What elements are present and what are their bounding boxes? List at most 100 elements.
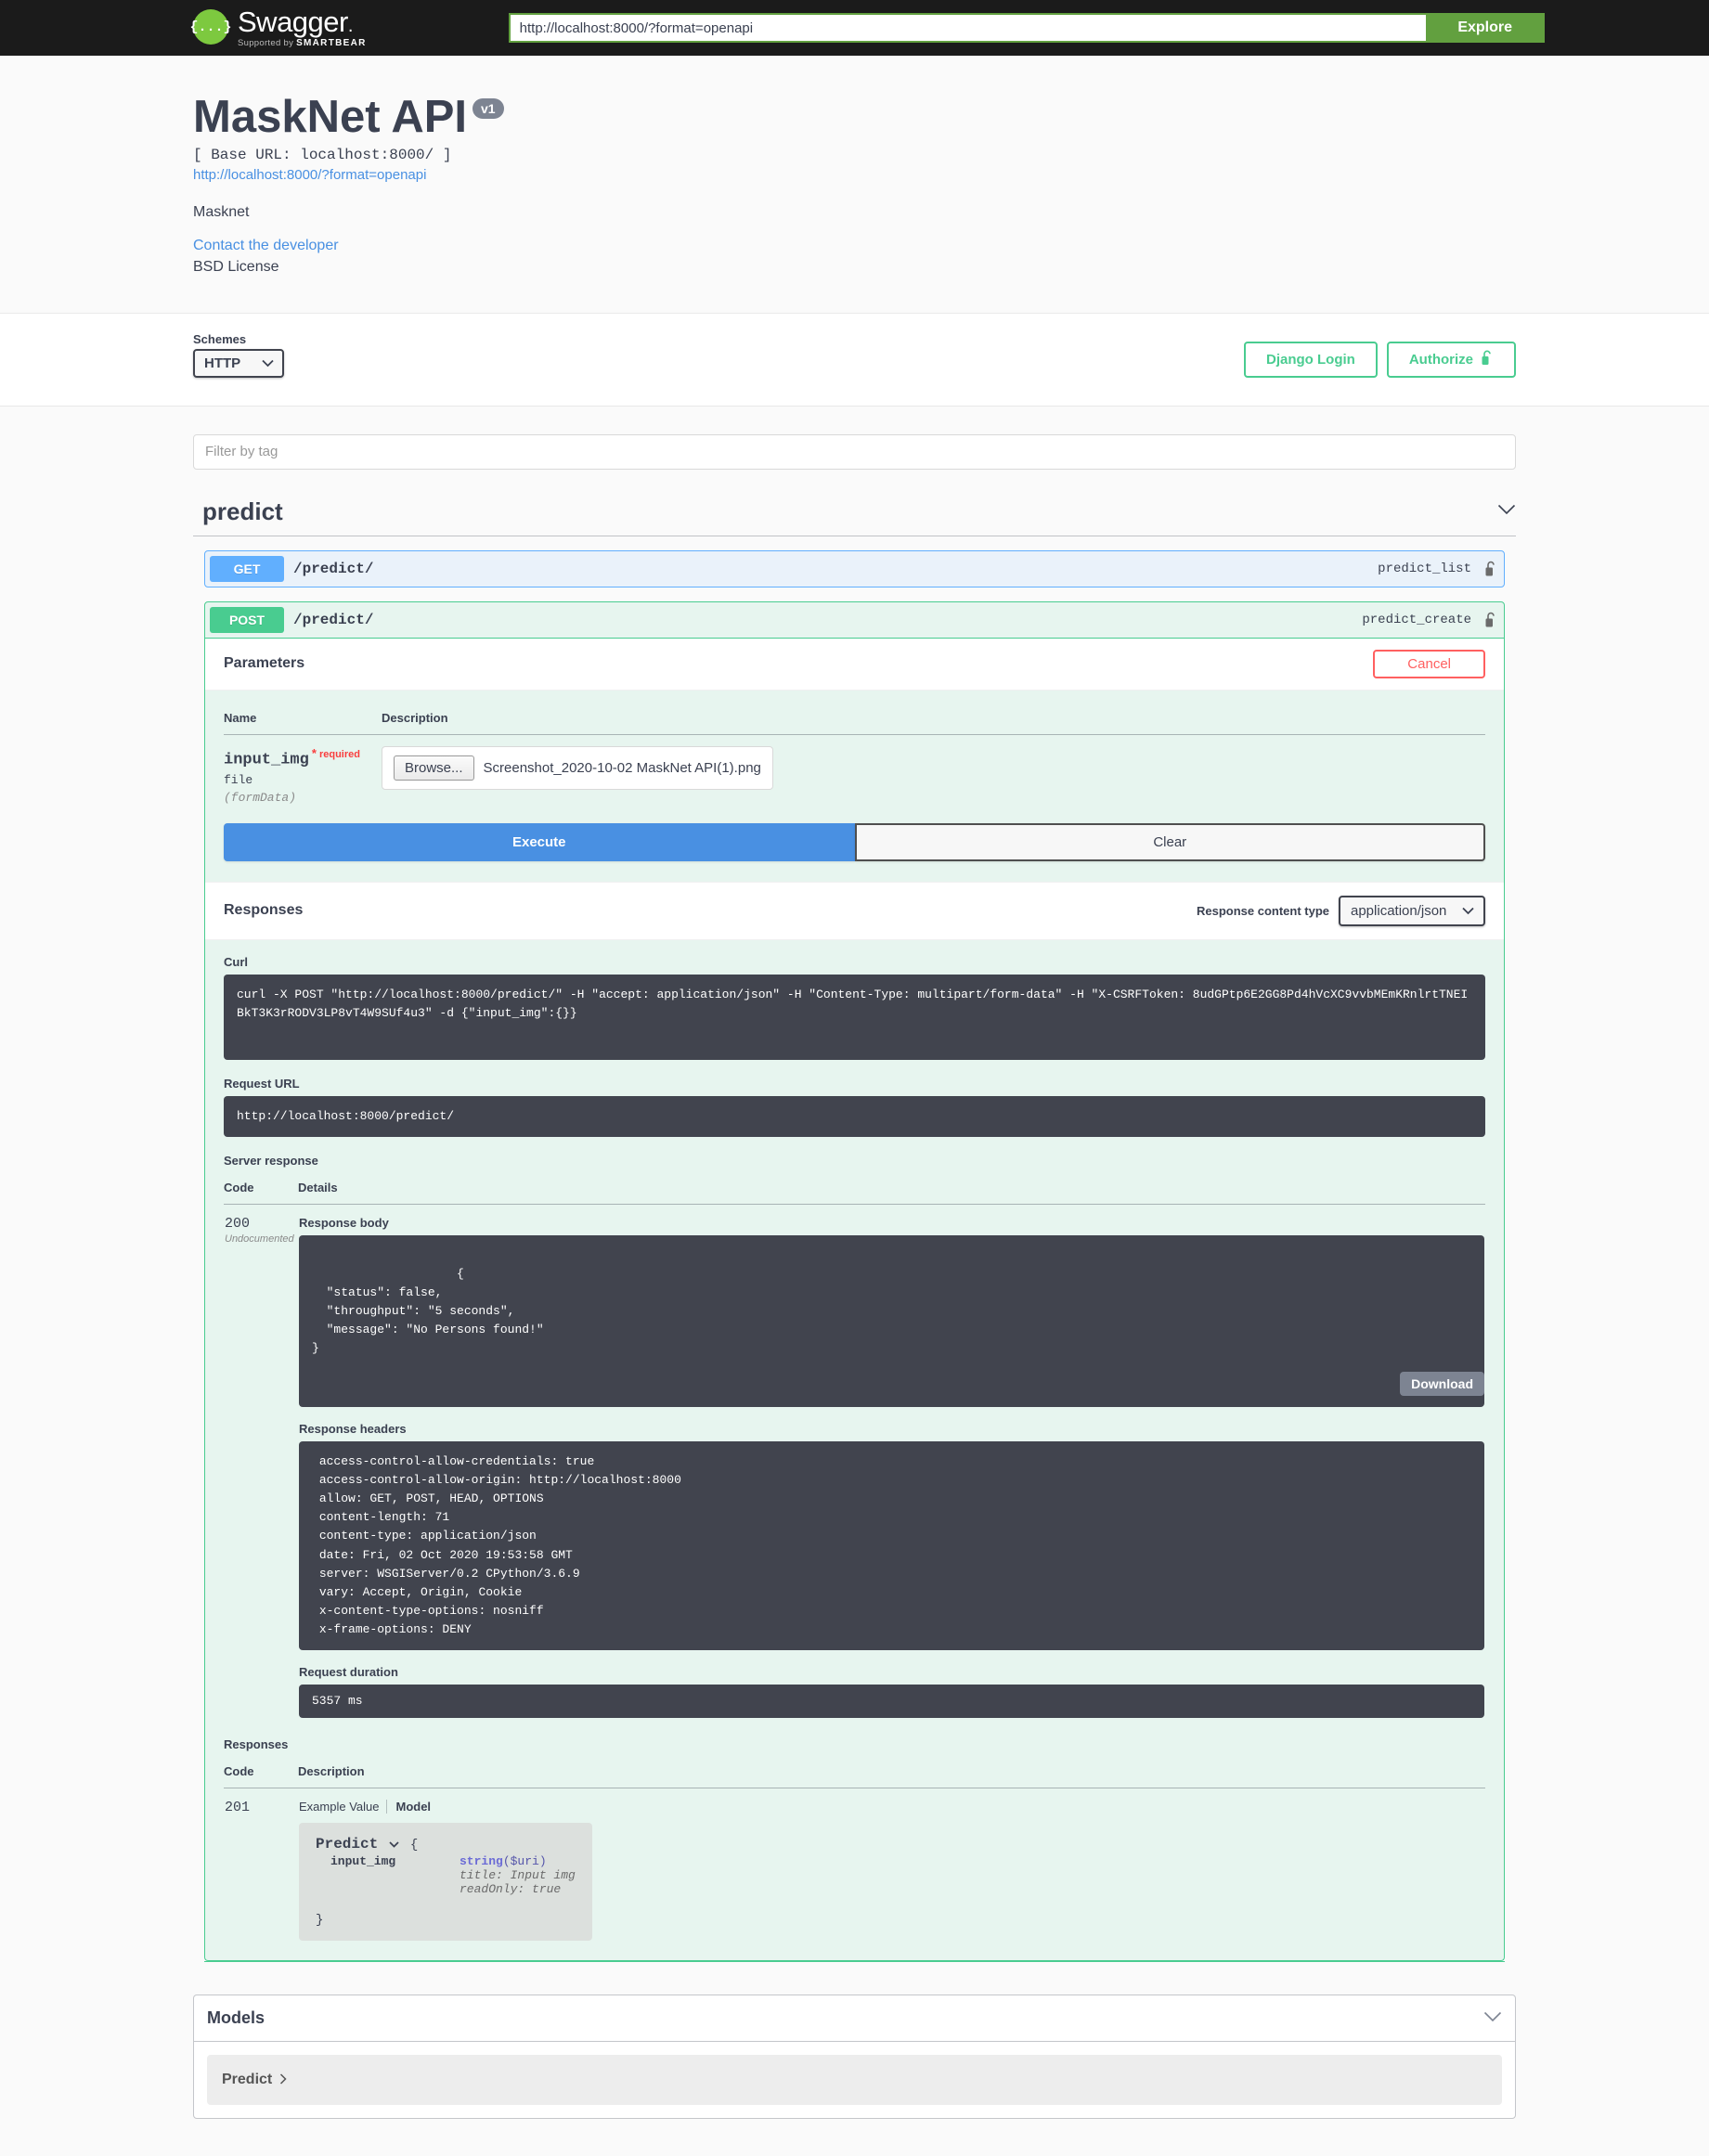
tab-model[interactable]: Model	[386, 1800, 439, 1814]
col-header-description: Description	[298, 1757, 1485, 1789]
spec-url-link[interactable]: http://localhost:8000/?format=openapi	[193, 167, 1516, 183]
tag-name: predict	[202, 497, 283, 525]
documented-responses-label: Responses	[224, 1737, 289, 1752]
property-readonly-meta: readOnly: true	[460, 1882, 562, 1897]
curl-label: Curl	[224, 954, 248, 969]
file-upload-control[interactable]: Browse... Screenshot_2020-10-02 MaskNet …	[382, 745, 773, 790]
request-duration-label: Request duration	[299, 1665, 398, 1680]
operation-path: /predict/	[293, 611, 374, 628]
authorize-label: Authorize	[1408, 351, 1473, 368]
response-details-cell: Response body { "status": false, "throug…	[298, 1204, 1485, 1719]
api-description: Masknet	[193, 203, 250, 220]
execute-button[interactable]: Execute	[224, 822, 855, 861]
response-body-text: { "status": false, "throughput": "5 seco…	[312, 1266, 544, 1356]
main-content: predict GET /predict/ predict_list	[0, 407, 1709, 2156]
schemes-selected-value: HTTP	[204, 355, 241, 371]
schemes-bar: Schemes HTTP Django Login Authorize	[0, 312, 1709, 407]
required-marker: * required	[311, 745, 360, 760]
tag-header[interactable]: predict	[193, 497, 1516, 536]
model-item-predict[interactable]: Predict	[207, 2055, 1502, 2106]
django-login-label: Django Login	[1266, 351, 1355, 368]
request-duration-block: 5357 ms	[299, 1685, 1484, 1719]
http-method-badge: POST	[210, 606, 284, 633]
browse-button[interactable]: Browse...	[394, 755, 474, 781]
parameter-name-cell: input_img * required file (formData)	[224, 734, 382, 805]
execute-row: Execute Clear	[205, 822, 1504, 882]
chevron-down-icon[interactable]	[389, 1838, 407, 1852]
tab-example-value[interactable]: Example Value	[299, 1800, 386, 1814]
cancel-button[interactable]: Cancel	[1373, 649, 1485, 678]
table-row: 200 Undocumented Response body { "status…	[224, 1204, 1485, 1719]
filter-by-tag-input[interactable]	[193, 433, 1516, 470]
responses-title: Responses	[224, 902, 304, 919]
chevron-down-icon	[262, 355, 274, 371]
operation-body: Parameters Cancel Name Description input…	[204, 638, 1505, 1962]
auth-buttons: Django Login Authorize	[1244, 341, 1516, 378]
contact-developer-link[interactable]: Contact the developer	[193, 238, 1516, 254]
schemes-label: Schemes	[193, 331, 247, 346]
schemes-group: Schemes HTTP	[193, 332, 284, 378]
clear-button[interactable]: Clear	[854, 822, 1485, 861]
license-label: BSD License	[193, 258, 279, 275]
content-type-label: Response content type	[1196, 903, 1329, 918]
model-schema-header[interactable]: Predict {	[316, 1836, 576, 1853]
parameter-location: (formData)	[224, 790, 297, 805]
operation-summary[interactable]: POST /predict/ predict_create	[205, 602, 1504, 638]
content-type-group: Response content type application/json	[1196, 895, 1485, 926]
documented-responses-table: Code Description 201 Example Value Model…	[224, 1757, 1485, 1942]
model-example-tabs: Example Value Model	[299, 1800, 1484, 1814]
request-url-label: Request URL	[224, 1076, 300, 1091]
operation-id: predict_create	[1362, 612, 1471, 627]
swagger-logo[interactable]: {...} Swagger. Supported by SMARTBEAR	[190, 6, 367, 48]
download-button[interactable]: Download	[1400, 1371, 1484, 1396]
spec-url-input[interactable]	[508, 13, 1426, 43]
operation-get-predict[interactable]: GET /predict/ predict_list	[204, 549, 1505, 587]
col-header-details: Details	[298, 1172, 1485, 1205]
response-content-type-select[interactable]: application/json	[1339, 895, 1485, 926]
logo-wordmark: Swagger.	[238, 6, 353, 38]
selected-file-name: Screenshot_2020-10-02 MaskNet API(1).png	[483, 759, 761, 776]
swagger-logo-icon: {...}	[190, 9, 232, 45]
parameters-header: Parameters Cancel	[205, 638, 1504, 691]
curl-command-block[interactable]: curl -X POST "http://localhost:8000/pred…	[224, 974, 1485, 1060]
parameter-name: input_img	[224, 751, 309, 769]
model-close-brace: }	[316, 1913, 324, 1929]
live-response-wrap: Curl curl -X POST "http://localhost:8000…	[205, 940, 1504, 1961]
response-headers-label: Response headers	[299, 1421, 407, 1436]
model-item-name: Predict	[222, 2072, 273, 2088]
unlocked-padlock-icon[interactable]	[1484, 561, 1499, 577]
model-schema-box: Predict { input_img string($uri) title: …	[299, 1823, 592, 1942]
status-code-cell: 200 Undocumented	[224, 1204, 298, 1719]
chevron-down-icon	[1462, 903, 1474, 919]
django-login-button[interactable]: Django Login	[1244, 341, 1378, 378]
models-title: Models	[207, 2008, 265, 2028]
tag-section-predict: predict GET /predict/ predict_list POST …	[193, 497, 1516, 1963]
operation-path: /predict/	[293, 560, 374, 577]
content-type-value: application/json	[1351, 902, 1447, 919]
http-method-badge: GET	[210, 555, 284, 582]
property-type: string($uri)	[460, 1854, 547, 1869]
operation-post-predict[interactable]: POST /predict/ predict_create	[204, 600, 1505, 639]
model-open-brace: {	[409, 1838, 419, 1853]
schemes-select[interactable]: HTTP	[193, 348, 284, 378]
operation-summary[interactable]: GET /predict/ predict_list	[205, 551, 1504, 587]
status-code: 200	[225, 1215, 251, 1232]
response-headers-block: access-control-allow-credentials: true a…	[299, 1440, 1484, 1651]
models-header[interactable]: Models	[194, 1995, 1515, 2043]
topbar: {...} Swagger. Supported by SMARTBEAR Ex…	[0, 0, 1709, 56]
page-title: MaskNet API v1	[193, 92, 1516, 143]
table-row: 201 Example Value Model Predict {input_…	[224, 1788, 1485, 1943]
explore-button[interactable]: Explore	[1425, 13, 1545, 43]
chevron-down-icon[interactable]	[1497, 503, 1516, 520]
status-code-note: Undocumented	[225, 1233, 294, 1245]
operation-id: predict_list	[1378, 561, 1471, 576]
property-title-meta: title: Input img	[460, 1868, 576, 1883]
documented-code-cell: 201	[224, 1788, 298, 1943]
chevron-down-icon[interactable]	[1483, 2010, 1502, 2027]
unlocked-padlock-icon[interactable]	[1484, 612, 1499, 628]
server-response-table: Code Details 200 Undocumented Response b…	[224, 1172, 1485, 1720]
models-body: Predict	[194, 2042, 1515, 2118]
model-property: input_img string($uri) title: Input img …	[316, 1854, 576, 1896]
authorize-button[interactable]: Authorize	[1386, 341, 1516, 378]
chevron-right-icon[interactable]	[279, 2072, 287, 2087]
